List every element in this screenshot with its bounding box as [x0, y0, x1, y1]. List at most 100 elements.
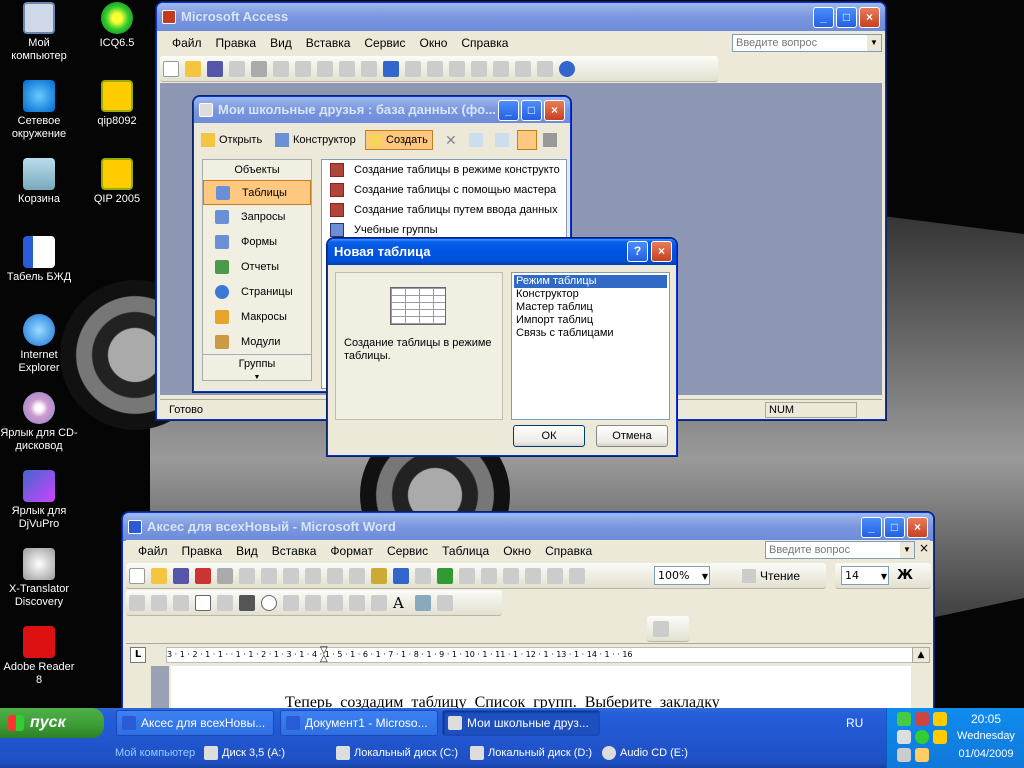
- document-map-icon[interactable]: [569, 568, 585, 584]
- preview-icon[interactable]: [239, 568, 255, 584]
- open-icon[interactable]: [151, 568, 167, 584]
- close-button[interactable]: ×: [859, 7, 880, 28]
- maximize-button[interactable]: □: [521, 100, 542, 121]
- image-icon[interactable]: [415, 595, 431, 611]
- tray-app-icon[interactable]: [915, 712, 929, 726]
- drawing-icon[interactable]: [547, 568, 563, 584]
- print-icon[interactable]: [251, 61, 267, 77]
- desktop-icon-cd-drive[interactable]: Ярлык для CD-дисковод: [0, 392, 78, 453]
- word-titlebar[interactable]: Аксес для всехНовый - Microsoft Word _ □…: [123, 513, 933, 541]
- quick-drive-c[interactable]: Локальный диск (C:): [336, 744, 458, 762]
- clock-time[interactable]: 20:05: [951, 712, 1021, 726]
- desktop-icon-icq[interactable]: ICQ6.5: [78, 2, 156, 50]
- menu-help[interactable]: Справка: [461, 36, 508, 50]
- sidebar-item-pages[interactable]: Страницы: [203, 280, 311, 305]
- desktop-icon-recycle-bin[interactable]: Корзина: [0, 158, 78, 206]
- large-icons-icon[interactable]: [469, 133, 483, 147]
- insert-table-icon[interactable]: [481, 568, 497, 584]
- print-icon[interactable]: [217, 568, 233, 584]
- help-button[interactable]: ?: [627, 241, 648, 262]
- desktop-icon-qip8092[interactable]: qip8092: [78, 80, 156, 128]
- scrollbar-icon[interactable]: [371, 595, 387, 611]
- ok-button[interactable]: ОК: [513, 425, 585, 447]
- database-titlebar[interactable]: Мои школьные друзья : база данных (фо...…: [194, 97, 570, 123]
- help-icon[interactable]: [559, 61, 575, 77]
- reading-mode-button[interactable]: Чтение: [742, 563, 800, 589]
- groups-header[interactable]: Группы ▼: [203, 354, 311, 381]
- close-doc-icon[interactable]: ×: [919, 541, 931, 559]
- details-view-icon[interactable]: [543, 133, 557, 147]
- undo-icon[interactable]: [383, 61, 399, 77]
- desktop-icon-djvu[interactable]: Ярлык для DjVuPro: [0, 470, 78, 531]
- chevron-down-icon[interactable]: ▼: [867, 35, 881, 51]
- options-listbox[interactable]: Режим таблицы Конструктор Мастер таблиц …: [511, 272, 670, 420]
- list-item[interactable]: Создание таблицы с помощью мастера: [322, 180, 566, 200]
- font-size-select[interactable]: 14 ▼: [841, 566, 889, 585]
- sidebar-item-modules[interactable]: Модули: [203, 330, 311, 355]
- option-link[interactable]: Связь с таблицами: [514, 327, 667, 340]
- option-datasheet[interactable]: Режим таблицы: [514, 275, 667, 288]
- start-button[interactable]: пуск: [0, 708, 104, 738]
- new-icon[interactable]: [163, 61, 179, 77]
- small-icons-icon[interactable]: [495, 133, 509, 147]
- menu-insert[interactable]: Вставка: [306, 36, 351, 50]
- maximize-button[interactable]: □: [836, 7, 857, 28]
- qip-tray-icon[interactable]: [933, 730, 947, 744]
- ask-question-input[interactable]: Введите вопрос ▼: [732, 34, 882, 52]
- relationships-icon[interactable]: [515, 61, 531, 77]
- list-item[interactable]: Создание таблицы в режиме конструкто: [322, 160, 566, 180]
- close-button[interactable]: ×: [544, 100, 565, 121]
- ask-question-input[interactable]: Введите вопрос ▼: [765, 541, 915, 559]
- menu-tools[interactable]: Сервис: [387, 544, 428, 558]
- open-icon[interactable]: [185, 61, 201, 77]
- list-view-icon[interactable]: [517, 130, 537, 150]
- desktop-icon-ie[interactable]: Internet Explorer: [0, 314, 78, 375]
- option-wizard[interactable]: Мастер таблиц: [514, 301, 667, 314]
- option-button-icon[interactable]: [261, 595, 277, 611]
- cut-icon[interactable]: [305, 568, 321, 584]
- create-button[interactable]: Создать: [365, 130, 433, 150]
- textbox-icon[interactable]: [217, 595, 233, 611]
- list-item[interactable]: Учебные группы: [322, 220, 566, 240]
- sidebar-item-reports[interactable]: Отчеты: [203, 255, 311, 280]
- language-indicator[interactable]: RU: [846, 716, 863, 730]
- document-page[interactable]: Теперь создадим таблицу Список групп. Вы…: [171, 666, 911, 709]
- desktop-icon-qip2005[interactable]: QIP 2005: [78, 158, 156, 206]
- menu-edit[interactable]: Правка: [182, 544, 223, 558]
- code-icon[interactable]: [449, 61, 465, 77]
- menu-file[interactable]: Файл: [172, 36, 202, 50]
- spelling-icon[interactable]: [261, 568, 277, 584]
- view-code-icon[interactable]: [173, 595, 189, 611]
- more-controls-icon[interactable]: [437, 595, 453, 611]
- desktop-icon-translator[interactable]: X-Translator Discovery: [0, 548, 78, 609]
- hyperlink-icon[interactable]: [437, 568, 453, 584]
- format-painter-icon[interactable]: [371, 568, 387, 584]
- menu-edit[interactable]: Правка: [216, 36, 257, 50]
- label-icon[interactable]: A: [393, 595, 409, 611]
- sidebar-item-forms[interactable]: Формы: [203, 230, 311, 255]
- objects-header[interactable]: Объекты: [203, 160, 311, 180]
- excel-icon[interactable]: [503, 568, 519, 584]
- forms-design-icon[interactable]: [129, 595, 145, 611]
- paste-icon[interactable]: [349, 568, 365, 584]
- option-import[interactable]: Импорт таблиц: [514, 314, 667, 327]
- desktop-icon-word-doc[interactable]: Табель БЖД: [0, 236, 78, 284]
- cancel-button[interactable]: Отмена: [596, 425, 668, 447]
- preview-icon[interactable]: [273, 61, 289, 77]
- icq-tray-icon[interactable]: [915, 730, 929, 744]
- maximize-button[interactable]: □: [884, 517, 905, 538]
- research-icon[interactable]: [283, 568, 299, 584]
- quick-drive-d[interactable]: Локальный диск (D:): [470, 744, 592, 762]
- sidebar-item-tables[interactable]: Таблицы: [203, 180, 311, 205]
- cut-icon[interactable]: [317, 61, 333, 77]
- new-icon[interactable]: [129, 568, 145, 584]
- button-icon[interactable]: [239, 595, 255, 611]
- menu-help[interactable]: Справка: [545, 544, 592, 558]
- minimize-button[interactable]: _: [861, 517, 882, 538]
- spinner-icon[interactable]: [349, 595, 365, 611]
- combo-box-icon[interactable]: [305, 595, 321, 611]
- columns-icon[interactable]: [525, 568, 541, 584]
- clipboard-icon[interactable]: [653, 621, 669, 637]
- paste-icon[interactable]: [361, 61, 377, 77]
- open-button[interactable]: Открыть: [201, 126, 262, 154]
